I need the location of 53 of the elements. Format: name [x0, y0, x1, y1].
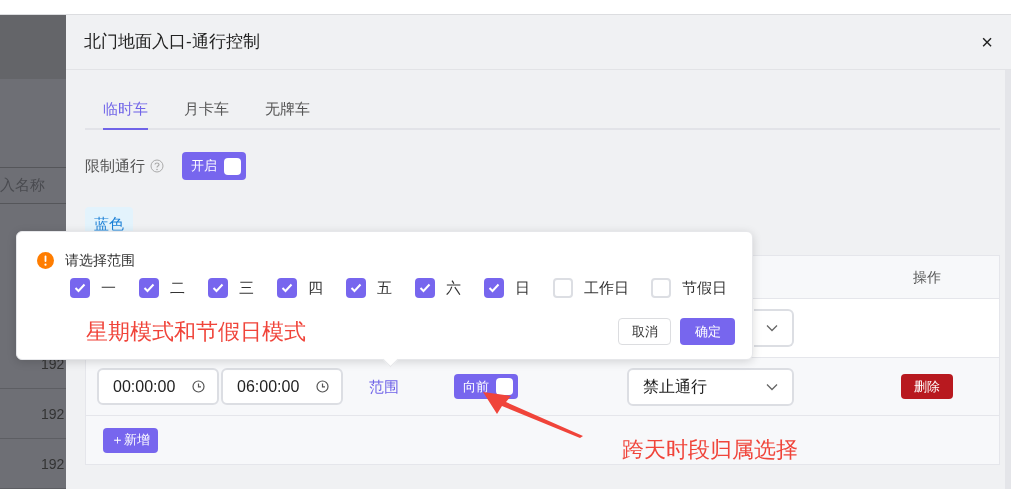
chevron-down-icon	[766, 382, 778, 391]
toggle-switch[interactable]: 向前	[454, 374, 518, 399]
checkbox[interactable]	[415, 278, 435, 298]
check-icon	[419, 283, 431, 293]
checkbox-label: 四	[308, 277, 323, 298]
checkbox-label: 五	[377, 277, 392, 298]
annotation-text: 星期模式和节假日模式	[86, 318, 307, 346]
table-cell: 192	[41, 406, 65, 421]
checkbox-label: 节假日	[682, 277, 727, 298]
checkbox[interactable]	[651, 278, 671, 298]
checkbox-label: 六	[446, 277, 461, 298]
check-icon	[350, 283, 362, 293]
clock-icon	[316, 380, 329, 393]
tab[interactable]: 临时车	[103, 90, 148, 130]
checkbox[interactable]	[139, 278, 159, 298]
checkbox[interactable]	[208, 278, 228, 298]
checkbox-label: 一	[101, 277, 116, 298]
action-select[interactable]: 禁止通行	[627, 367, 794, 406]
warning-icon	[37, 252, 54, 269]
checkbox[interactable]	[70, 278, 90, 298]
time-field[interactable]: 06:00:00	[221, 368, 343, 405]
check-icon	[488, 283, 500, 293]
checkbox-label: 二	[170, 277, 185, 298]
checkbox-label: 三	[239, 277, 254, 298]
dialog-title: 北门地面入口-通行控制	[84, 31, 261, 54]
delete-button[interactable]: 删除	[900, 374, 953, 399]
restrict-label: 限制通行	[85, 155, 145, 176]
range-link[interactable]: 范围	[369, 377, 399, 395]
checkbox[interactable]	[553, 278, 573, 298]
column-header: 操作	[911, 267, 942, 287]
check-icon	[74, 283, 86, 293]
confirm-button[interactable]: 确定	[680, 318, 735, 345]
checkbox[interactable]	[277, 278, 297, 298]
toggle-switch[interactable]: 开启	[182, 152, 246, 180]
help-icon	[150, 159, 164, 173]
tab[interactable]: 月卡车	[184, 90, 229, 130]
checkbox-label: 日	[515, 277, 530, 298]
check-icon	[143, 283, 155, 293]
checkbox[interactable]	[346, 278, 366, 298]
popover-title: 请选择范围	[65, 251, 135, 270]
chevron-down-icon	[766, 324, 778, 332]
close-button[interactable]: ×	[981, 32, 993, 52]
cancel-button[interactable]: 取消	[618, 318, 671, 345]
annotation-text: 跨天时段归属选择	[622, 436, 798, 464]
tab[interactable]: 无牌车	[265, 90, 310, 130]
table-cell: 192	[41, 456, 65, 471]
add-button[interactable]: ＋新增	[103, 427, 158, 453]
checkbox[interactable]	[484, 278, 504, 298]
time-field[interactable]: 00:00:00	[97, 368, 219, 405]
check-icon	[212, 283, 224, 293]
check-icon	[281, 283, 293, 293]
clock-icon	[192, 380, 205, 393]
checkbox-label: 工作日	[584, 277, 629, 298]
